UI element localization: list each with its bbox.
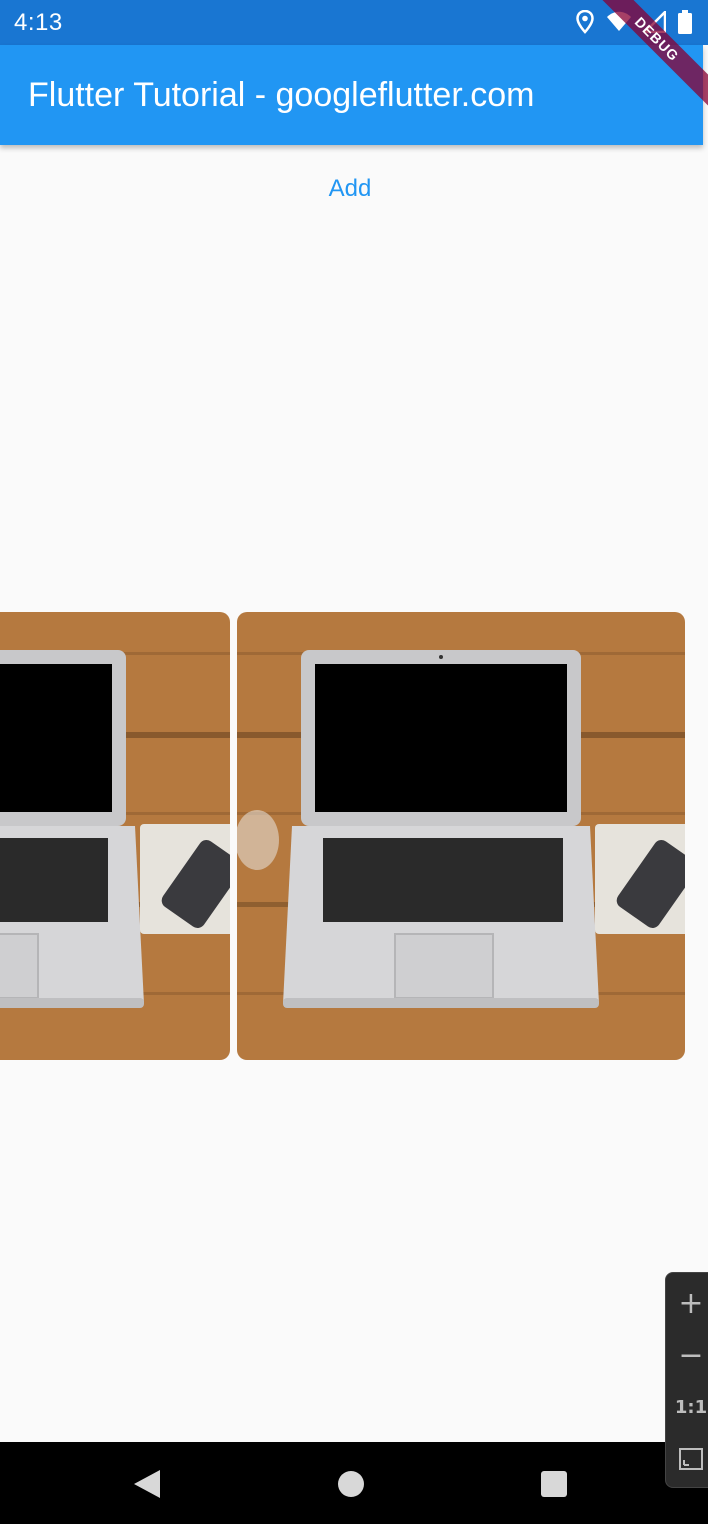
add-button[interactable]: Add — [300, 166, 400, 212]
emulator-zoom-controls: + − 1:1 — [665, 1272, 708, 1488]
status-time: 4:13 — [14, 9, 63, 36]
carousel-item-laptop-photo[interactable] — [237, 612, 685, 1060]
battery-icon — [678, 10, 692, 34]
zoom-out-button[interactable]: − — [666, 1335, 708, 1375]
carousel-item-laptop-photo[interactable] — [0, 612, 230, 1060]
image-carousel[interactable] — [0, 612, 708, 1062]
laptop-on-desk-photo — [237, 612, 685, 1060]
fit-screen-icon[interactable] — [666, 1439, 708, 1479]
zoom-ratio-button[interactable]: 1:1 — [666, 1387, 708, 1427]
location-icon — [576, 10, 594, 34]
zoom-in-button[interactable]: + — [666, 1283, 708, 1323]
laptop-on-desk-photo — [0, 612, 230, 1060]
back-icon[interactable] — [130, 1467, 164, 1501]
home-icon[interactable] — [334, 1467, 368, 1501]
app-screen: 4:13 DEBUG Flutter Tutorial - googleflut… — [0, 0, 708, 1524]
app-title: Flutter Tutorial - googleflutter.com — [28, 76, 535, 114]
status-bar: 4:13 — [0, 0, 708, 45]
recents-icon[interactable] — [537, 1467, 571, 1501]
app-bar: Flutter Tutorial - googleflutter.com — [0, 45, 703, 145]
navigation-bar — [0, 1442, 708, 1524]
